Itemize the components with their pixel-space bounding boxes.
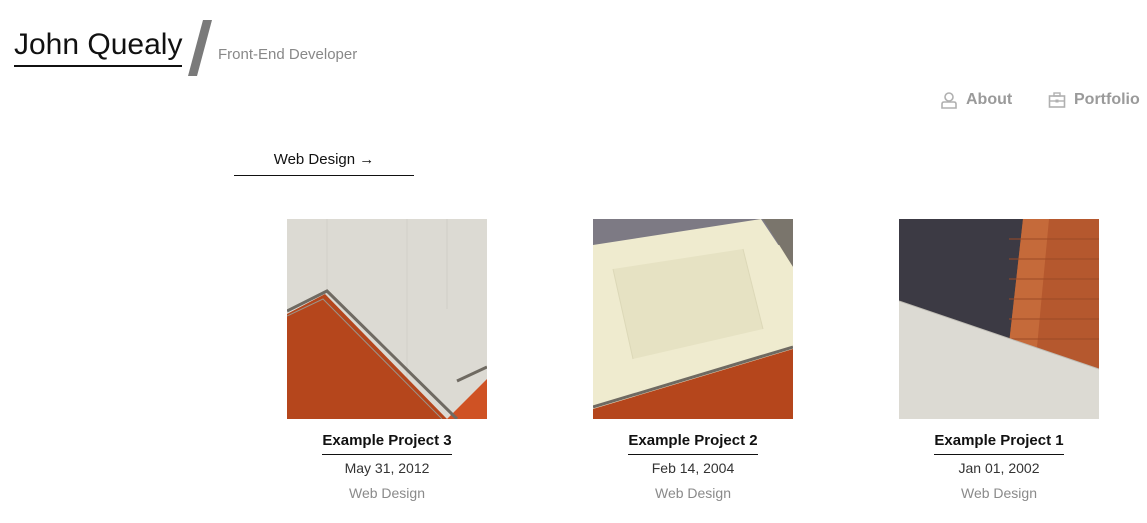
project-date: Feb 14, 2004	[651, 460, 735, 476]
nav-item-about[interactable]: About	[940, 88, 1012, 112]
briefcase-icon	[1048, 92, 1066, 108]
site-title[interactable]: John Quealy	[14, 27, 183, 67]
project-title[interactable]: Example Project 2	[628, 432, 758, 455]
site-tagline: Front-End Developer	[218, 46, 358, 63]
project-title[interactable]: Example Project 3	[322, 432, 452, 455]
project-card: Example Project 2 Feb 14, 2004 Web Desig…	[593, 219, 793, 501]
user-icon	[941, 92, 957, 109]
category-filter-link[interactable]: Web Design →	[234, 151, 414, 176]
project-card: Example Project 1 Jan 01, 2002 Web Desig…	[899, 219, 1099, 501]
nav-item-label: About	[966, 91, 1013, 108]
project-category: Web Design	[654, 485, 731, 501]
project-date: Jan 01, 2002	[958, 460, 1040, 476]
project-title[interactable]: Example Project 1	[934, 432, 1064, 455]
nav-item-portfolio[interactable]: Portfolio	[1048, 88, 1140, 112]
project-category: Web Design	[348, 485, 425, 501]
project-category: Web Design	[960, 485, 1037, 501]
title-slash-divider	[188, 20, 212, 76]
project-date: May 31, 2012	[344, 460, 430, 476]
project-thumbnail[interactable]	[593, 219, 793, 419]
nav-item-label: Portfolio	[1074, 91, 1140, 108]
project-card: Example Project 3 May 31, 2012 Web Desig…	[287, 219, 487, 501]
project-thumbnail[interactable]	[899, 219, 1099, 419]
project-thumbnail[interactable]	[287, 219, 487, 419]
main-nav: About Portfolio	[0, 88, 1147, 112]
